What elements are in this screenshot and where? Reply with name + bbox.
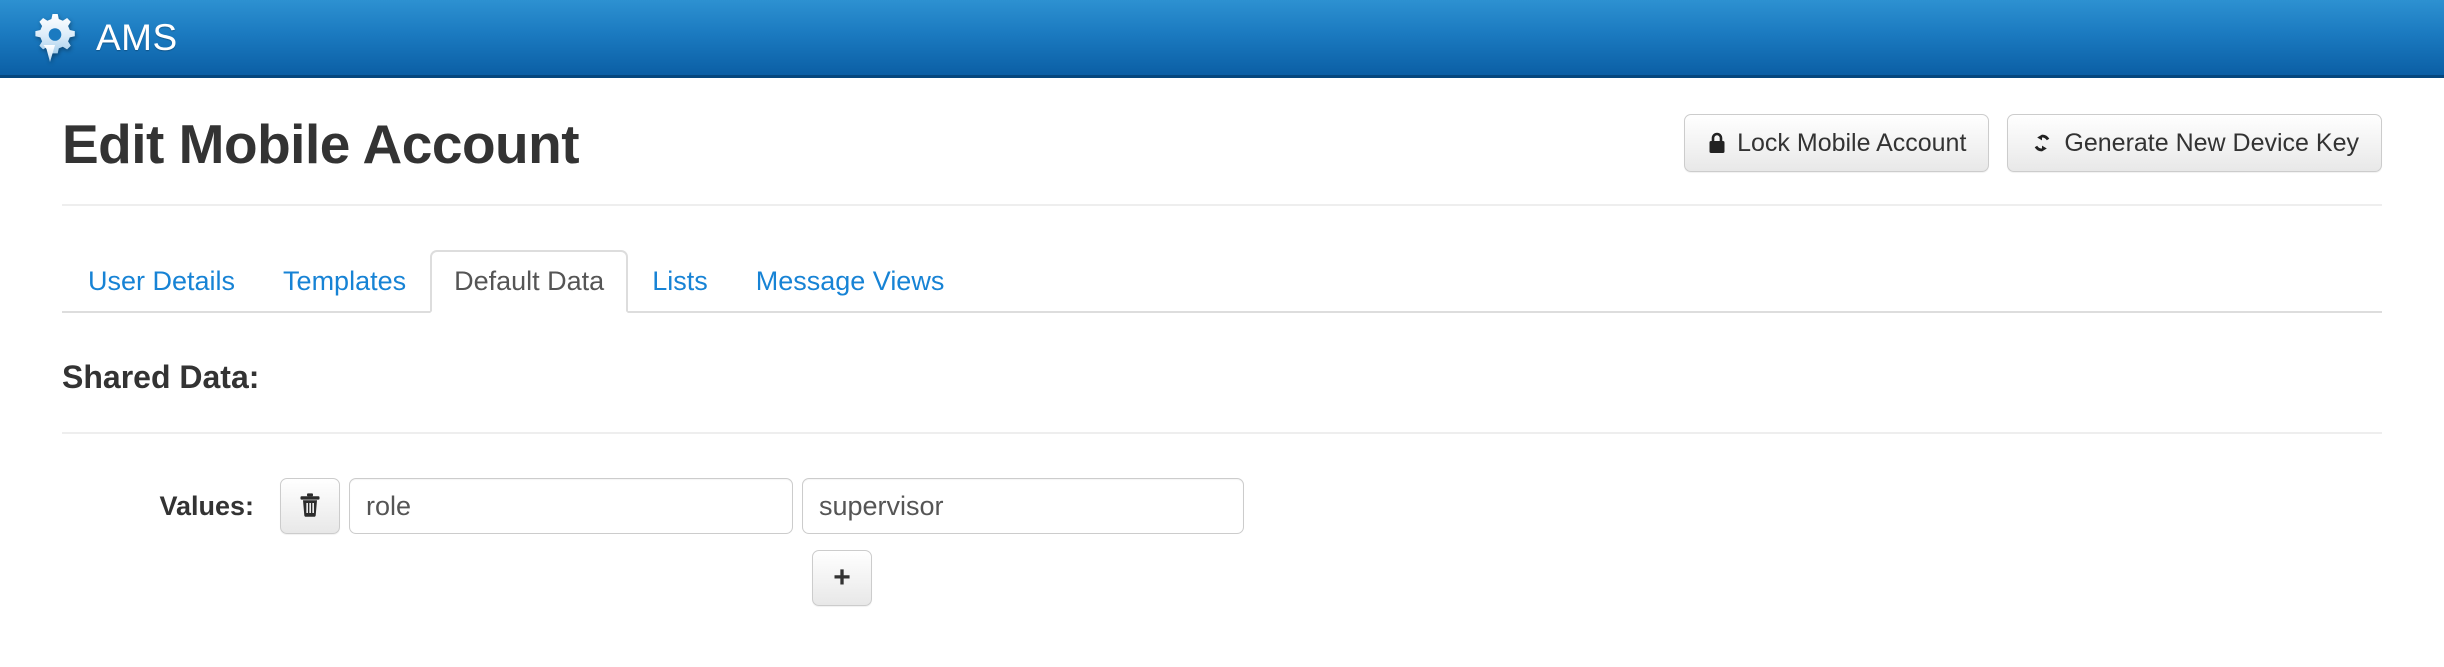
value-key-input[interactable] bbox=[349, 478, 793, 534]
value-pair-group bbox=[280, 478, 1244, 534]
shared-data-heading: Shared Data: bbox=[62, 359, 260, 395]
gear-speech-bubble-icon bbox=[28, 12, 80, 64]
add-value-button[interactable]: + bbox=[812, 550, 872, 606]
add-row: + bbox=[62, 534, 2382, 606]
value-value-input[interactable] bbox=[802, 478, 1244, 534]
brand-label: AMS bbox=[96, 17, 178, 58]
header-actions: Lock Mobile Account Generate New Device … bbox=[1684, 114, 2382, 176]
tab-bar: User Details Templates Default Data List… bbox=[62, 250, 2382, 313]
tab-lists[interactable]: Lists bbox=[628, 250, 732, 313]
generate-new-device-key-button[interactable]: Generate New Device Key bbox=[2007, 114, 2382, 172]
page-container: Edit Mobile Account Lock Mobile Account bbox=[0, 78, 2444, 606]
tab-message-views[interactable]: Message Views bbox=[732, 250, 969, 313]
add-row-spacer bbox=[62, 550, 280, 606]
shared-data-form: Values: role supervisor + bbox=[62, 434, 2382, 606]
values-label: Values: bbox=[159, 490, 254, 521]
brand-home-link[interactable]: AMS bbox=[28, 12, 178, 64]
refresh-icon bbox=[2030, 131, 2054, 155]
values-row: Values: bbox=[62, 478, 2382, 534]
tab-default-data[interactable]: Default Data bbox=[430, 250, 629, 313]
top-navbar: AMS bbox=[0, 0, 2444, 78]
tab-user-details[interactable]: User Details bbox=[64, 250, 259, 313]
page-title: Edit Mobile Account bbox=[62, 113, 580, 176]
lock-mobile-account-label: Lock Mobile Account bbox=[1737, 129, 1967, 157]
lock-mobile-account-button[interactable]: Lock Mobile Account bbox=[1684, 114, 1990, 172]
trash-icon bbox=[299, 492, 321, 521]
delete-value-button[interactable] bbox=[280, 478, 340, 534]
page-header: Edit Mobile Account Lock Mobile Account bbox=[62, 78, 2382, 206]
tab-templates[interactable]: Templates bbox=[259, 250, 430, 313]
generate-new-device-key-label: Generate New Device Key bbox=[2064, 129, 2359, 157]
lock-icon bbox=[1707, 131, 1727, 155]
